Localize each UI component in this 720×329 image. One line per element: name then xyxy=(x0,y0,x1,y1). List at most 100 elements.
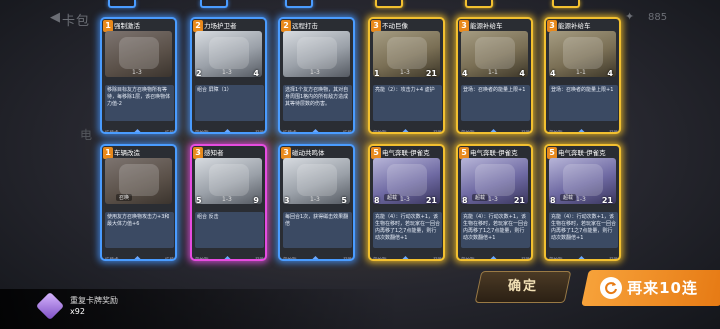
card-range: 1-3 xyxy=(400,196,410,203)
unit-illustration xyxy=(475,164,515,196)
card-name: 远程打击 xyxy=(292,22,318,30)
card[interactable]: 2 远程打击 1-3 选择1个友方召唤物，其对自身周围1格内的所有敌方造成其等待层数的… xyxy=(278,17,355,134)
card-description: 使用友方召唤物攻击力+3和最大体力值+6 xyxy=(105,212,174,248)
partial-card-top xyxy=(285,0,313,8)
card[interactable]: 3 感知者 5 9 1-3 组合 反击 贺帕斯 召唤 xyxy=(190,144,267,261)
card-attack: 4 xyxy=(462,69,468,78)
card-range: 1-1 xyxy=(488,69,498,76)
card-health: 21 xyxy=(425,196,437,205)
partial-card-top xyxy=(552,0,580,8)
card-type: 召唤 xyxy=(255,131,264,134)
card-name: 能源补给车 xyxy=(470,22,503,30)
card-name: 电气奔联·伊雀克 xyxy=(470,149,518,157)
unit-illustration xyxy=(563,37,603,69)
reward-count: x92 xyxy=(70,307,85,316)
card-name: 电气奔联·伊雀克 xyxy=(382,149,430,157)
background-title: 卡包 xyxy=(62,14,91,29)
card[interactable]: 5 电气奔联·伊雀克 8 21 1-3 超载 充能（4）：行动次数+1，该生物在移时，若玩家… xyxy=(456,144,533,261)
unit-illustration xyxy=(209,37,249,69)
card-description: 组合 屏障（1） xyxy=(195,85,264,121)
card-range: 1-3 xyxy=(310,196,320,203)
card[interactable]: 1 强制激活 1-3 移除目标友方召唤物所有等待，每移除1层，该召唤物体力值-2 技能卡… xyxy=(100,17,177,134)
card[interactable]: 5 电气奔联·伊雀克 8 21 1-3 超载 充能（4）：行动次数+1，该生物在移时，若玩家… xyxy=(368,144,445,261)
partial-card-top xyxy=(200,0,228,8)
card-health: 4 xyxy=(607,69,613,78)
card-health: 5 xyxy=(341,196,347,205)
card-health: 21 xyxy=(425,69,437,78)
card[interactable]: 1 车辆改造 召唤 使用友方召唤物攻击力+3和最大体力值+6 技能卡 技能 xyxy=(100,144,177,261)
card-name: 不动巨像 xyxy=(382,22,408,30)
unit-illustration xyxy=(475,37,515,69)
card-attack: 1 xyxy=(374,69,380,78)
diamond-icon xyxy=(133,128,142,132)
partial-card-top xyxy=(375,0,403,8)
card-tag: 超载 xyxy=(384,194,401,201)
card-name: 力场护卫者 xyxy=(204,22,237,30)
card-attack: 4 xyxy=(550,69,556,78)
card-faction: 贺帕斯 xyxy=(461,258,475,261)
card-type: 召唤 xyxy=(609,131,618,134)
diamond-icon xyxy=(311,255,320,259)
back-arrow-icon: ◀ xyxy=(50,10,60,25)
card-type: 召唤 xyxy=(521,258,530,261)
card[interactable]: 3 能源补给车 4 4 1-1 登场：召唤者的能量上限+1 贺帕斯 召唤 xyxy=(544,17,621,134)
card-health: 9 xyxy=(253,196,259,205)
card-description: 亮能（2）：攻击力+4 虚护 xyxy=(373,85,442,121)
partial-card-top xyxy=(108,0,136,8)
diamond-icon xyxy=(401,255,410,259)
partial-card-top xyxy=(465,0,493,8)
card-description: 组合 反击 xyxy=(195,212,264,248)
card[interactable]: 3 能源补给车 4 4 1-1 登场：召唤者的能量上限+1 贺帕斯 召唤 xyxy=(456,17,533,134)
card-faction: 贺帕斯 xyxy=(195,258,209,261)
card[interactable]: 5 电气奔联·伊雀克 8 21 1-3 超载 充能（4）：行动次数+1，该生物在移时，若玩家… xyxy=(544,144,621,261)
diamond-icon xyxy=(223,128,232,132)
card-description: 移除目标友方召唤物所有等待，每移除1层，该召唤物体力值-2 xyxy=(105,85,174,121)
draw-again-button[interactable]: 再来10连 xyxy=(581,270,720,306)
card-description: 登场：召唤者的能量上限+1 xyxy=(549,85,618,121)
card-faction: 贺帕斯 xyxy=(195,131,209,134)
diamond-icon xyxy=(223,255,232,259)
card-description: 充能（4）：行动次数+1，该生物在移时，若玩家在一回合内再移了1之7点能量，则行… xyxy=(549,212,618,248)
card-type: 召唤 xyxy=(255,258,264,261)
card[interactable]: 3 不动巨像 1 21 1-3 亮能（2）：攻击力+4 虚护 贺帕斯 召唤 xyxy=(368,17,445,134)
unit-illustration xyxy=(297,164,337,196)
card-attack: 8 xyxy=(550,196,556,205)
unit-illustration xyxy=(563,164,603,196)
unit-illustration xyxy=(387,37,427,69)
card-attack: 8 xyxy=(374,196,380,205)
confirm-button[interactable]: 确定 xyxy=(474,271,572,303)
card-range: 1-3 xyxy=(132,69,142,76)
card-type: 召唤 xyxy=(343,258,352,261)
card-faction: 技能卡 xyxy=(283,131,297,134)
diamond-icon xyxy=(311,128,320,132)
card-attack: 8 xyxy=(462,196,468,205)
card-faction: 技能卡 xyxy=(105,258,119,261)
card-health: 21 xyxy=(601,196,613,205)
card-name: 磁动共鸣体 xyxy=(292,149,325,157)
card-type: 召唤 xyxy=(609,258,618,261)
diamond-icon xyxy=(401,128,410,132)
gem-icon xyxy=(35,291,65,321)
card-type: 召唤 xyxy=(433,131,442,134)
card-description: 充能（4）：行动次数+1，该生物在移时，若玩家在一回合内再移了1之7点能量，则行… xyxy=(461,212,530,248)
card-range: 1-3 xyxy=(400,69,410,76)
card-faction: 贺帕斯 xyxy=(373,258,387,261)
diamond-icon xyxy=(577,255,586,259)
card-faction: 贺帕斯 xyxy=(283,258,297,261)
refresh-icon xyxy=(600,277,622,299)
card-tag: 召唤 xyxy=(116,194,133,201)
card[interactable]: 2 力场护卫者 2 4 1-3 组合 屏障（1） 贺帕斯 召唤 xyxy=(190,17,267,134)
card-range: 1-3 xyxy=(222,69,232,76)
card-attack: 5 xyxy=(196,196,202,205)
card-type: 召唤 xyxy=(433,258,442,261)
card-name: 感知者 xyxy=(204,149,224,157)
card[interactable]: 3 磁动共鸣体 3 5 1-3 每回合1次，获得磁击效果翻倍 贺帕斯 召唤 xyxy=(278,144,355,261)
unit-illustration xyxy=(387,164,427,196)
currency-count: 885 xyxy=(648,12,668,23)
unit-illustration xyxy=(297,37,337,69)
card-name: 电气奔联·伊雀克 xyxy=(558,149,606,157)
card-range: 1-3 xyxy=(576,196,586,203)
reward-title: 重复卡牌奖励 xyxy=(70,296,118,305)
card-type: 技能 xyxy=(343,131,352,134)
card-range: 1-3 xyxy=(222,196,232,203)
